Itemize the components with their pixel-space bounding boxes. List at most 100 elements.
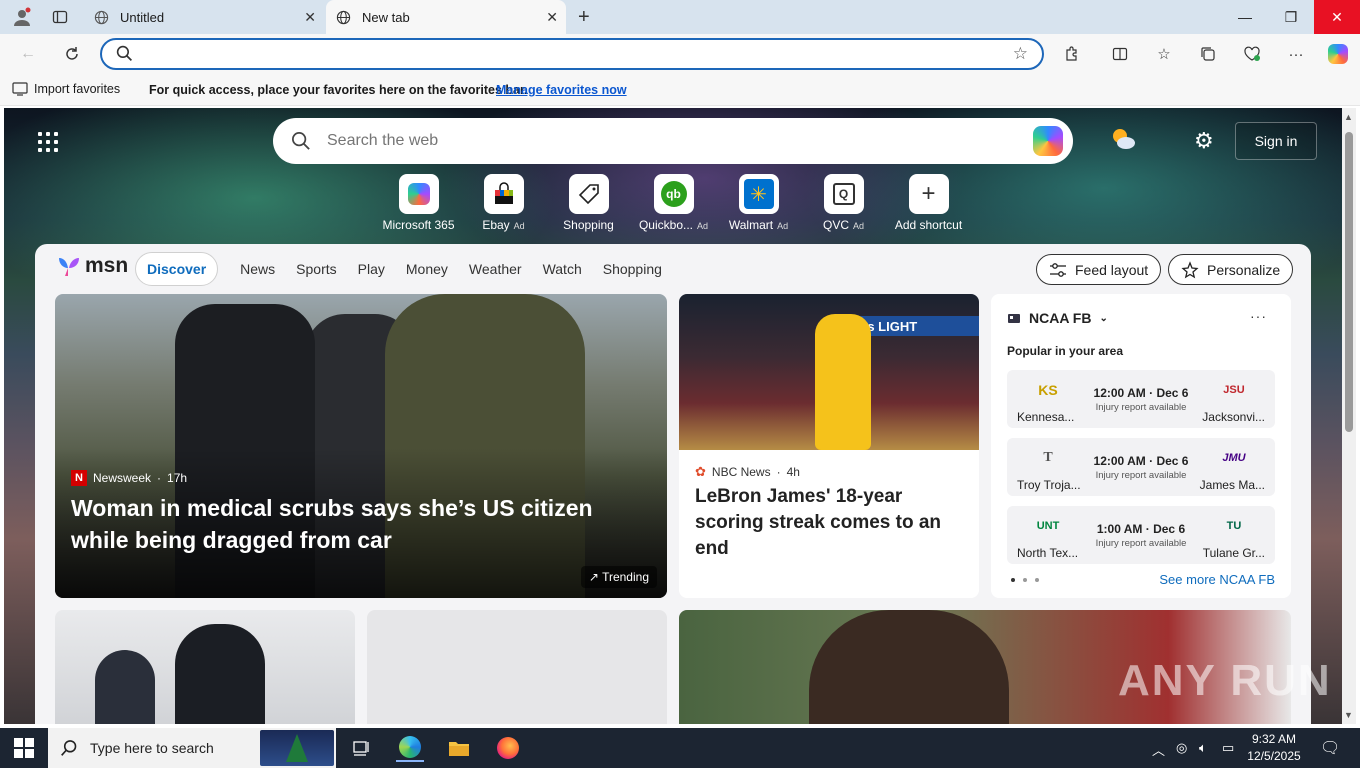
favorites-icon[interactable]: ☆ (1152, 42, 1176, 66)
task-view-icon[interactable] (347, 734, 375, 762)
globe-icon (92, 8, 110, 26)
tab-bar: Untitled ✕ New tab ✕ + — ❐ ✕ (0, 0, 1360, 34)
nav-play[interactable]: Play (358, 261, 385, 277)
address-input[interactable] (142, 44, 1002, 64)
msn-logo-text: msn (85, 254, 129, 277)
import-favorites-button[interactable]: Import favorites (12, 82, 120, 96)
file-explorer-icon[interactable] (445, 734, 473, 762)
popular-label: Popular in your area (1007, 344, 1124, 358)
nav-sports[interactable]: Sports (296, 261, 336, 277)
walmart-icon: ✳ (738, 174, 779, 214)
game-card[interactable]: UNT TU 1:00 AM · Dec 6 Injury report ava… (1007, 506, 1275, 564)
new-tab-page: ⚙ Sign in Microsoft 365 EbayAd Shopping … (4, 108, 1342, 724)
shortcut-label: Shopping (563, 218, 614, 232)
nav-weather[interactable]: Weather (469, 261, 522, 277)
show-hidden-icons-chevron[interactable]: ︿ (1152, 740, 1165, 759)
sliders-icon (1050, 262, 1066, 277)
collections-icon[interactable] (1196, 42, 1220, 66)
web-search-box[interactable] (273, 118, 1073, 164)
profile-icon[interactable] (10, 5, 34, 29)
weather-icon[interactable] (1110, 126, 1136, 152)
shortcut-quickbooks[interactable]: qb Quickbo... Ad (631, 174, 716, 232)
tab-new-tab[interactable]: New tab ✕ (326, 0, 566, 34)
split-screen-icon[interactable] (1108, 42, 1132, 66)
taskbar-search-box[interactable]: Type here to search (48, 728, 336, 768)
game-card[interactable]: T JMU 12:00 AM · Dec 6 Injury report ava… (1007, 438, 1275, 496)
windows-start-icon[interactable] (14, 738, 34, 758)
carousel-dots[interactable] (1011, 578, 1039, 582)
nav-money[interactable]: Money (406, 261, 448, 277)
tab-actions-icon[interactable] (48, 5, 72, 29)
hero-article[interactable]: N Newsweek · 17h Woman in medical scrubs… (55, 294, 667, 598)
scroll-down-icon[interactable]: ▼ (1344, 710, 1353, 720)
sign-in-button[interactable]: Sign in (1235, 122, 1317, 160)
settings-gear-icon[interactable]: ⚙ (1194, 128, 1214, 154)
shortcut-label: Microsoft 365 (382, 218, 455, 232)
webcam-icon[interactable]: ◎ (1176, 740, 1187, 756)
scrollbar-thumb[interactable] (1345, 132, 1353, 432)
manage-favorites-link[interactable]: Manage favorites now (496, 83, 627, 97)
nav-discover[interactable]: Discover (135, 252, 219, 286)
shortcut-add[interactable]: + Add shortcut (886, 174, 971, 232)
game-time: 12:00 AM · Dec 6 (1093, 386, 1189, 400)
shortcut-walmart[interactable]: ✳ Walmart Ad (716, 174, 801, 232)
shortcut-shopping[interactable]: Shopping (546, 174, 631, 232)
msn-logo[interactable]: msn (57, 254, 128, 278)
nav-shopping[interactable]: Shopping (603, 261, 662, 277)
close-window-button[interactable]: ✕ (1314, 0, 1360, 34)
favorite-star-icon[interactable]: ☆ (1013, 44, 1028, 64)
volume-icon[interactable]: 🔈︎ (1199, 740, 1207, 756)
more-options-icon[interactable]: ··· (1250, 308, 1267, 324)
shortcut-label: Add shortcut (894, 218, 963, 232)
copilot-icon[interactable] (1033, 126, 1063, 156)
see-more-ncaa-link[interactable]: See more NCAA FB (1159, 572, 1275, 587)
close-tab-icon[interactable]: ✕ (304, 9, 316, 26)
tab-untitled[interactable]: Untitled ✕ (84, 0, 324, 34)
game-card[interactable]: KS JSU 12:00 AM · Dec 6 Injury report av… (1007, 370, 1275, 428)
news-card-lebron[interactable]: Coors LIGHT ✿ NBC News · 4h LeBron James… (679, 294, 979, 598)
new-tab-button[interactable]: + (578, 6, 590, 29)
shortcut-label: Walmart (728, 218, 774, 232)
news-card-image[interactable] (55, 610, 355, 724)
app-launcher-icon[interactable] (38, 132, 58, 152)
extensions-icon[interactable] (1060, 42, 1084, 66)
ncaa-title[interactable]: NCAA FB ⌄ (1007, 310, 1108, 326)
feed-layout-button[interactable]: Feed layout (1036, 254, 1162, 285)
article-source: ✿ NBC News · 4h (695, 464, 800, 479)
scroll-up-icon[interactable]: ▲ (1344, 112, 1353, 122)
back-icon[interactable]: ← (16, 42, 40, 66)
network-icon[interactable]: ▭ (1222, 740, 1234, 756)
christmas-tree-icon (260, 730, 334, 766)
personalize-button[interactable]: Personalize (1168, 254, 1294, 285)
notification-center-icon[interactable]: 🗨︎ (1320, 738, 1340, 758)
firefox-icon[interactable] (494, 734, 522, 762)
refresh-icon[interactable] (60, 42, 84, 66)
address-bar[interactable]: ☆ (100, 38, 1044, 70)
quickbooks-icon: qb (653, 174, 694, 214)
edge-taskbar-icon[interactable] (396, 734, 424, 762)
nav-news[interactable]: News (240, 261, 275, 277)
restore-button[interactable]: ❐ (1268, 0, 1314, 34)
minimize-button[interactable]: — (1222, 0, 1268, 34)
news-card-placeholder (367, 610, 667, 724)
hero-headline[interactable]: Woman in medical scrubs says she’s US ci… (71, 492, 651, 556)
browser-essentials-icon[interactable] (1240, 42, 1264, 66)
search-icon (291, 131, 311, 156)
web-search-input[interactable] (327, 131, 967, 151)
more-options-icon[interactable]: ··· (1284, 42, 1308, 66)
shortcut-ebay[interactable]: Ebay Ad (461, 174, 546, 232)
plus-icon: + (908, 174, 949, 214)
page-scrollbar[interactable]: ▲ ▼ (1342, 108, 1356, 724)
shortcut-microsoft-365[interactable]: Microsoft 365 (376, 174, 461, 232)
trending-badge: ↗ Trending (580, 566, 657, 588)
shortcut-qvc[interactable]: Q QVC Ad (801, 174, 886, 232)
ad-label: Ad (777, 221, 789, 231)
nav-watch[interactable]: Watch (543, 261, 582, 277)
favorites-bar-message: For quick access, place your favorites h… (149, 83, 528, 97)
taskbar-clock[interactable]: 9:32 AM 12/5/2025 (1244, 731, 1304, 765)
ad-label: Ad (697, 221, 709, 231)
article-headline[interactable]: LeBron James' 18-year scoring streak com… (695, 484, 965, 562)
article-source: N Newsweek · 17h (71, 470, 187, 486)
copilot-icon[interactable] (1326, 42, 1350, 66)
close-tab-icon[interactable]: ✕ (546, 9, 558, 26)
